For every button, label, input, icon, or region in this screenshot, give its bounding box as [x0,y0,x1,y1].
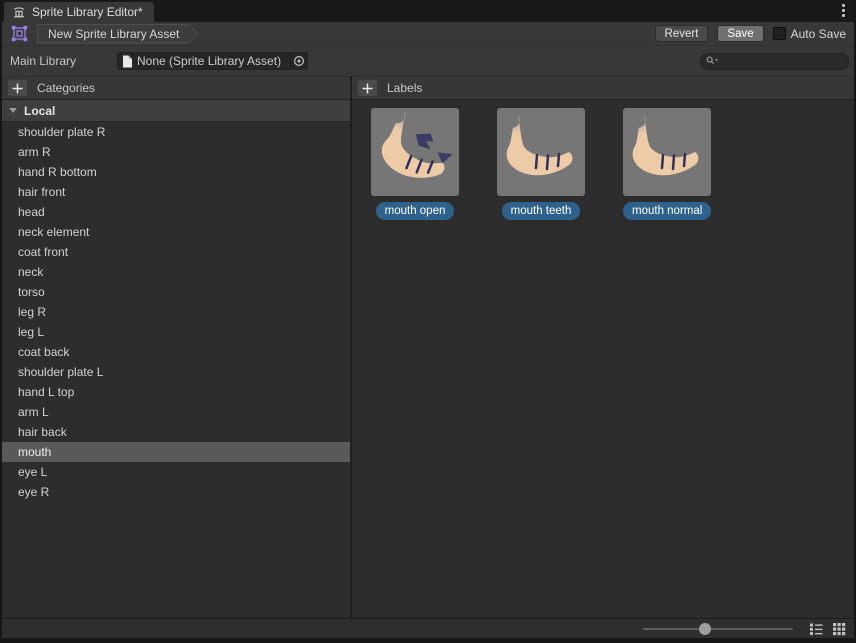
sprite-thumbnail[interactable] [371,108,459,196]
sprite-label-cell[interactable]: mouth normal [623,108,711,220]
local-foldout[interactable]: Local [2,100,350,122]
object-picker-icon[interactable] [290,53,307,69]
categories-title: Categories [37,81,95,95]
main-library-label: Main Library [10,54,117,68]
category-label: hand R bottom [18,165,97,179]
category-label: shoulder plate R [18,125,105,139]
category-list-item[interactable]: head [2,202,350,222]
category-list-item[interactable]: shoulder plate L [2,362,350,382]
labels-grid: mouth open mouth te [352,100,854,220]
labels-body: mouth open mouth te [352,100,854,618]
tab-sprite-library-editor[interactable]: Sprite Library Editor* [4,2,154,22]
categories-panel: Categories Local shoulder plate R arm R … [2,76,352,618]
categories-header: Categories [2,76,350,100]
category-list-item[interactable]: arm R [2,142,350,162]
category-list-item[interactable]: hand R bottom [2,162,350,182]
category-label: hair back [18,425,67,439]
auto-save-checkbox[interactable] [773,27,786,40]
category-label: leg R [18,305,46,319]
category-label: hand L top [18,385,74,399]
local-foldout-label: Local [24,104,55,118]
search-icon[interactable] [706,56,719,66]
thumbnail-size-slider-thumb[interactable] [699,623,711,635]
search-box[interactable] [700,53,849,70]
thumbnail-size-slider[interactable] [643,622,793,636]
sprite-label-cell[interactable]: mouth open [371,108,459,220]
category-label: arm R [18,145,51,159]
categories-list-body: Local shoulder plate R arm R hand R bott… [2,100,350,618]
category-list-item[interactable]: neck [2,262,350,282]
add-label-button[interactable] [357,79,378,97]
category-label: hair front [18,185,65,199]
slider-track[interactable] [643,628,793,630]
category-label: eye R [18,485,49,499]
category-list-item[interactable]: mouth [2,442,350,462]
auto-save-label: Auto Save [791,27,846,41]
sprite-thumbnail[interactable] [497,108,585,196]
category-list: shoulder plate R arm R hand R bottom hai… [2,122,350,502]
sprite-label-pill[interactable]: mouth open [376,202,455,220]
category-label: shoulder plate L [18,365,103,379]
category-label: mouth [18,445,51,459]
category-list-item[interactable]: coat back [2,342,350,362]
library-icon [12,5,26,19]
jaw-sprite-image [623,108,711,196]
bottom-bar [2,618,854,638]
panels: Categories Local shoulder plate R arm R … [2,76,854,618]
category-label: coat back [18,345,69,359]
sprite-label-text: mouth open [385,205,446,217]
category-list-item[interactable]: eye L [2,462,350,482]
category-label: leg L [18,325,44,339]
tab-strip: Sprite Library Editor* [2,0,854,22]
category-list-item[interactable]: hair front [2,182,350,202]
category-list-item[interactable]: leg R [2,302,350,322]
jaw-sprite-image [371,108,459,196]
category-label: head [18,205,45,219]
kebab-menu-icon[interactable] [842,4,845,17]
grid-view-icon[interactable] [831,621,847,637]
category-list-item[interactable]: hair back [2,422,350,442]
breadcrumb: New Sprite Library Asset [37,24,198,44]
save-button[interactable]: Save [717,25,763,42]
breadcrumb-new-sprite-library-asset[interactable]: New Sprite Library Asset [38,25,197,43]
labels-title: Labels [387,81,422,95]
sprite-label-pill[interactable]: mouth normal [623,202,711,220]
jaw-sprite-image [497,108,585,196]
sprite-label-text: mouth teeth [511,205,572,217]
toolbar: New Sprite Library Asset Revert Save Aut… [2,22,854,46]
labels-panel: Labels [352,76,854,618]
category-list-item[interactable]: arm L [2,402,350,422]
category-label: coat front [18,245,68,259]
category-label: eye L [18,465,47,479]
sprite-asset-icon [11,25,28,42]
object-field-value: None (Sprite Library Asset) [137,54,290,68]
category-label: neck [18,265,43,279]
foldout-arrow-icon [9,108,17,113]
sprite-thumbnail[interactable] [623,108,711,196]
category-list-item[interactable]: neck element [2,222,350,242]
category-list-item[interactable]: shoulder plate R [2,122,350,142]
main-library-object-field[interactable]: None (Sprite Library Asset) [117,52,308,70]
sprite-label-cell[interactable]: mouth teeth [497,108,585,220]
category-list-item[interactable]: hand L top [2,382,350,402]
asset-file-icon [122,55,133,68]
category-list-item[interactable]: torso [2,282,350,302]
category-list-item[interactable]: leg L [2,322,350,342]
main-library-row: Main Library None (Sprite Library Asset) [2,46,854,76]
labels-header: Labels [352,76,854,100]
tab-title: Sprite Library Editor* [32,5,143,19]
sprite-library-editor-window: Sprite Library Editor* New Sprite Librar… [2,0,854,638]
category-label: torso [18,285,45,299]
sprite-label-pill[interactable]: mouth teeth [502,202,581,220]
add-category-button[interactable] [7,79,28,97]
category-list-item[interactable]: coat front [2,242,350,262]
category-list-item[interactable]: eye R [2,482,350,502]
list-view-icon[interactable] [808,621,824,637]
revert-button[interactable]: Revert [655,25,709,42]
category-label: arm L [18,405,49,419]
search-input[interactable] [721,54,842,69]
sprite-label-text: mouth normal [632,205,702,217]
category-label: neck element [18,225,89,239]
